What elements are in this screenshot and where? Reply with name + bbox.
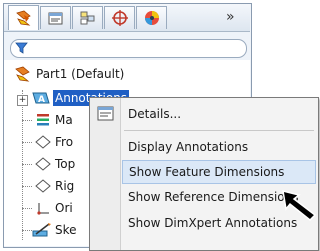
filter-icon: [15, 42, 28, 54]
menu-item-label: Show Reference Dimensions: [128, 190, 299, 204]
tree-connector: [22, 186, 32, 187]
svg-text:A: A: [38, 95, 45, 105]
tree-connector: [22, 208, 32, 209]
menu-item-label: Show DimXpert Annotations: [128, 216, 298, 230]
display-manager-tab[interactable]: [136, 6, 167, 29]
tree-connector: [22, 120, 32, 121]
tree-item-label: Ma: [55, 113, 73, 127]
tree-connector: [22, 164, 32, 165]
tree-connector: [22, 90, 23, 240]
menu-item-label: Details...: [128, 107, 182, 121]
menu-item-label: Show Feature Dimensions: [129, 165, 285, 179]
tree-item-label: Top: [55, 157, 76, 171]
tree-item-label: Fro: [55, 135, 74, 149]
details-icon: [97, 106, 114, 121]
tree-item-sketch[interactable]: Ske: [32, 220, 77, 240]
menu-item-label: Display Annotations: [128, 140, 249, 154]
tree-item-origin[interactable]: Ori: [34, 198, 73, 218]
tab-overflow-chevron[interactable]: »: [226, 9, 235, 25]
dimxpert-manager-tab[interactable]: [104, 6, 135, 29]
tree-connector: [22, 230, 32, 231]
tree-item-label: Ske: [55, 223, 77, 237]
tree-filter-box[interactable]: [10, 39, 247, 58]
menu-separator: [124, 130, 314, 131]
tree-item-top-plane[interactable]: Top: [34, 154, 75, 174]
feature-manager-icon: [15, 10, 31, 26]
property-manager-icon: [48, 12, 62, 25]
feature-manager-tab[interactable]: [8, 5, 39, 30]
menu-item-display-annotations[interactable]: Display Annotations: [122, 135, 316, 159]
material-icon: [37, 114, 49, 126]
dimxpert-manager-icon: [111, 10, 128, 26]
configuration-manager-icon: [80, 11, 94, 25]
pointer-arrow-icon: [282, 189, 317, 221]
tree-connector: [22, 142, 32, 143]
property-manager-tab[interactable]: [40, 6, 71, 29]
menu-item-details[interactable]: Details...: [122, 102, 316, 126]
tree-item-right-plane[interactable]: Rig: [34, 176, 74, 196]
tree-item-material[interactable]: Ma: [34, 110, 73, 130]
annotations-icon: A: [32, 92, 50, 105]
part-icon: [15, 66, 30, 82]
plane-icon: [35, 157, 51, 171]
plane-icon: [35, 179, 51, 193]
context-menu: Details... Display Annotations Show Feat…: [89, 97, 319, 251]
display-manager-icon: [144, 11, 159, 25]
feature-manager-panel: » Part1 (Default) + A Ma Fro Top Rig Ori…: [0, 0, 319, 251]
menu-item-show-feature-dimensions[interactable]: Show Feature Dimensions: [122, 160, 316, 184]
plane-icon: [35, 135, 51, 149]
sketch-icon: [32, 223, 51, 237]
tree-item-part[interactable]: Part1 (Default): [14, 64, 124, 84]
manager-tab-bar: »: [4, 4, 250, 32]
tree-item-label: Ori: [55, 201, 73, 215]
tree-item-label: Part1 (Default): [36, 67, 125, 81]
configuration-manager-tab[interactable]: [72, 6, 103, 29]
expand-toggle[interactable]: +: [17, 95, 28, 106]
origin-icon: [37, 203, 49, 215]
tree-item-label: Rig: [55, 179, 75, 193]
tree-item-front-plane[interactable]: Fro: [34, 132, 73, 152]
